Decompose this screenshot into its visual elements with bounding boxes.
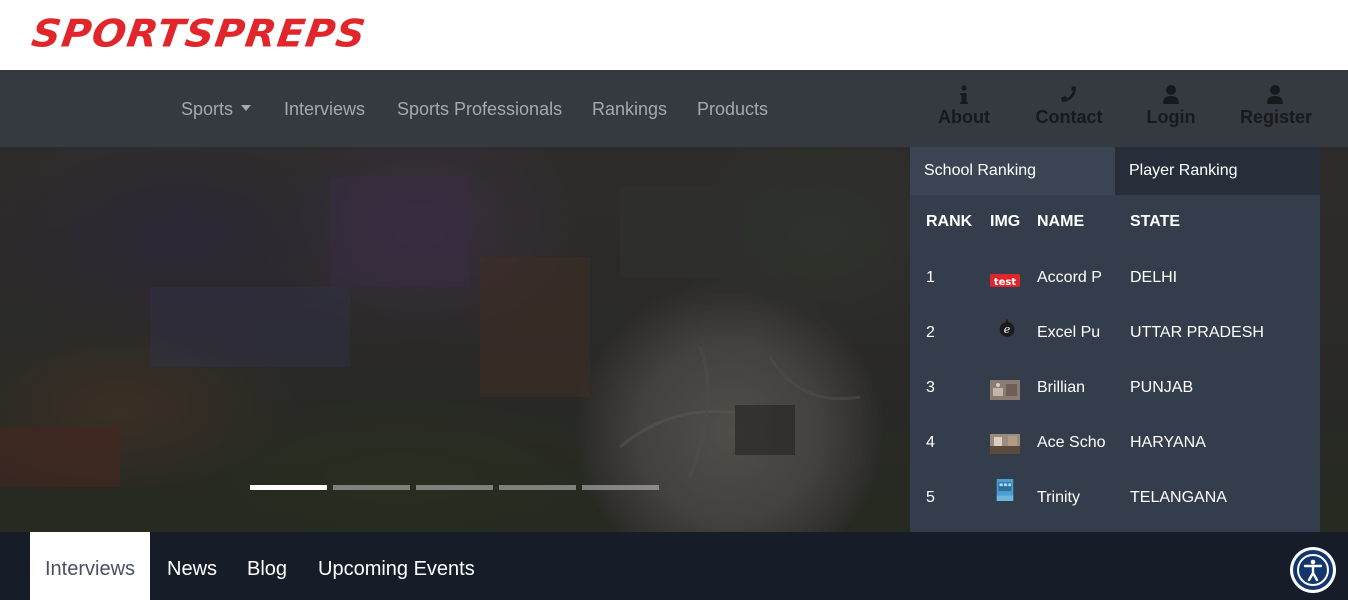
school-state: PUNJAB [1130, 379, 1194, 396]
tab-upcoming-events[interactable]: Upcoming Events [318, 532, 475, 600]
ranking-row[interactable]: 4 Ace Scho HARYANA [910, 433, 1320, 488]
nav-contact[interactable]: Contact [1035, 84, 1103, 128]
nav-register-label: Register [1240, 107, 1313, 127]
accessibility-button[interactable] [1290, 547, 1336, 593]
school-name[interactable]: Trinity [1037, 488, 1080, 508]
carousel-indicator-1[interactable] [250, 485, 327, 490]
school-state: HARYANA [1130, 434, 1206, 451]
nav-about[interactable]: About [937, 84, 991, 128]
school-state: TELANGANA [1130, 489, 1227, 506]
school-name[interactable]: Ace Scho [1037, 433, 1105, 453]
carousel-indicator-4[interactable] [499, 485, 576, 490]
rank-number: 1 [926, 269, 935, 286]
nav-sports-dropdown[interactable]: Sports [181, 97, 252, 121]
rank-number: 3 [926, 379, 935, 396]
carousel-indicator-3[interactable] [416, 485, 493, 490]
accessibility-icon [1297, 554, 1329, 586]
nav-login[interactable]: Login [1146, 84, 1196, 128]
ranking-row[interactable]: 1 test Accord P DELHI [910, 268, 1320, 323]
school-name[interactable]: Brillian [1037, 378, 1085, 398]
school-state: UTTAR PRADESH [1130, 324, 1264, 341]
school-name[interactable]: Accord P [1037, 268, 1102, 288]
svg-text:test: test [994, 277, 1017, 288]
rank-number: 5 [926, 489, 935, 506]
school-photo-icon [990, 380, 1020, 400]
nav-rankings[interactable]: Rankings [592, 97, 667, 121]
ranking-panel: School Ranking Player Ranking RANK IMG N… [910, 147, 1320, 532]
tab-news[interactable]: News [167, 532, 217, 600]
svg-text:e: e [1004, 323, 1011, 336]
user-icon [1163, 85, 1179, 104]
column-name: NAME [1037, 213, 1085, 230]
ranking-row[interactable]: 3 Brillian PUNJAB [910, 378, 1320, 433]
nav-interviews[interactable]: Interviews [284, 97, 365, 121]
school-building-icon [996, 479, 1014, 501]
carousel-indicator-5[interactable] [582, 485, 659, 490]
brand-bar: SPORTSPREPS [0, 0, 1348, 70]
column-rank: RANK [926, 213, 973, 230]
tab-blog[interactable]: Blog [247, 532, 287, 600]
school-photo-icon [990, 434, 1020, 454]
nav-login-label: Login [1146, 107, 1196, 127]
user-icon [1267, 85, 1283, 104]
ranking-row[interactable]: 2 e Excel Pu UTTAR PRADESH [910, 318, 1320, 378]
school-state: DELHI [1130, 269, 1178, 286]
site-logo[interactable]: SPORTSPREPS [29, 9, 370, 58]
column-state: STATE [1130, 213, 1181, 230]
carousel-indicator-2[interactable] [333, 485, 410, 490]
nav-contact-label: Contact [1035, 107, 1103, 127]
content-tabbar: Interviews News Blog Upcoming Events [0, 532, 1348, 600]
nav-sports-professionals[interactable]: Sports Professionals [397, 97, 562, 121]
column-img: IMG [990, 213, 1021, 230]
nav-sports-label: Sports [181, 99, 234, 119]
rank-number: 2 [926, 324, 935, 341]
nav-about-label: About [938, 107, 990, 127]
accessibility-button-face [1293, 550, 1333, 590]
e-logo-icon: e [999, 318, 1015, 337]
test-logo-icon: test [990, 274, 1020, 288]
nav-products[interactable]: Products [697, 97, 768, 121]
caret-down-icon [241, 105, 252, 112]
rank-number: 4 [926, 434, 935, 451]
page: SPORTSPREPS Sports Interviews Sports Pro… [0, 0, 1348, 600]
nav-register[interactable]: Register [1240, 84, 1313, 128]
school-name[interactable]: Excel Pu [1037, 323, 1100, 343]
tab-school-ranking[interactable]: School Ranking [910, 147, 1115, 195]
tab-interviews[interactable]: Interviews [30, 532, 150, 600]
info-icon [960, 85, 968, 104]
phone-icon [1061, 86, 1076, 102]
tab-player-ranking[interactable]: Player Ranking [1115, 147, 1320, 195]
main-navbar: Sports Interviews Sports Professionals R… [0, 70, 1348, 147]
